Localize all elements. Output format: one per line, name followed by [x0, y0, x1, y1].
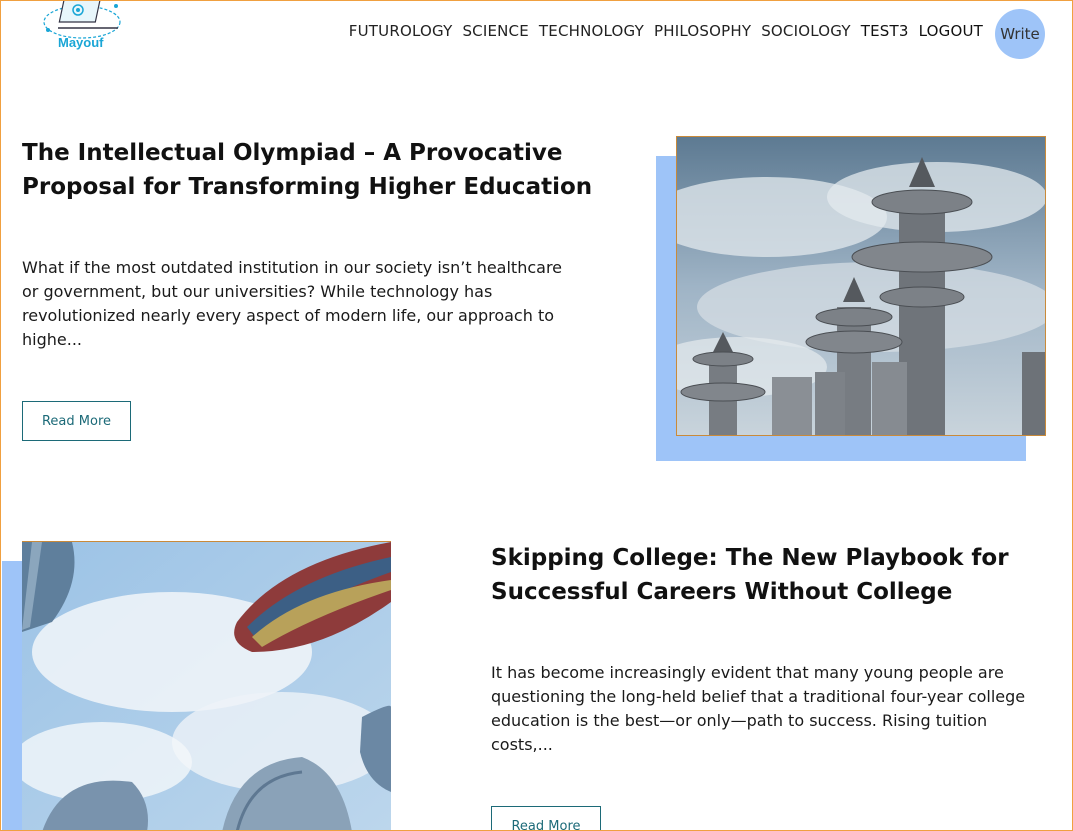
main-nav: FUTUROLOGY SCIENCE TECHNOLOGY PHILOSOPHY… [349, 22, 983, 40]
nav-item-philosophy[interactable]: PHILOSOPHY [654, 22, 751, 40]
nav-item-test3[interactable]: TEST3 [861, 22, 909, 40]
post-excerpt: What if the most outdated institution in… [22, 258, 563, 349]
write-button[interactable]: Write [995, 9, 1045, 59]
skyscrapers-sky-image [22, 542, 391, 831]
post-image[interactable] [22, 541, 391, 831]
post-excerpt: It has become increasingly evident that … [491, 663, 1026, 754]
post-title[interactable]: The Intellectual Olympiad – A Provocativ… [22, 136, 622, 204]
nav-item-science[interactable]: SCIENCE [462, 22, 528, 40]
read-more-button[interactable]: Read More [22, 401, 131, 441]
nav-item-sociology[interactable]: SOCIOLOGY [761, 22, 851, 40]
read-more-button[interactable]: Read More [491, 806, 601, 831]
futuristic-towers-image [677, 137, 1045, 435]
nav-item-technology[interactable]: TECHNOLOGY [539, 22, 644, 40]
nav-item-futurology[interactable]: FUTUROLOGY [349, 22, 453, 40]
post-image[interactable] [676, 136, 1046, 436]
post-title[interactable]: Skipping College: The New Playbook for S… [491, 541, 1051, 609]
logo-text: Mayouf [58, 35, 104, 50]
nav-item-logout[interactable]: LOGOUT [919, 22, 983, 40]
